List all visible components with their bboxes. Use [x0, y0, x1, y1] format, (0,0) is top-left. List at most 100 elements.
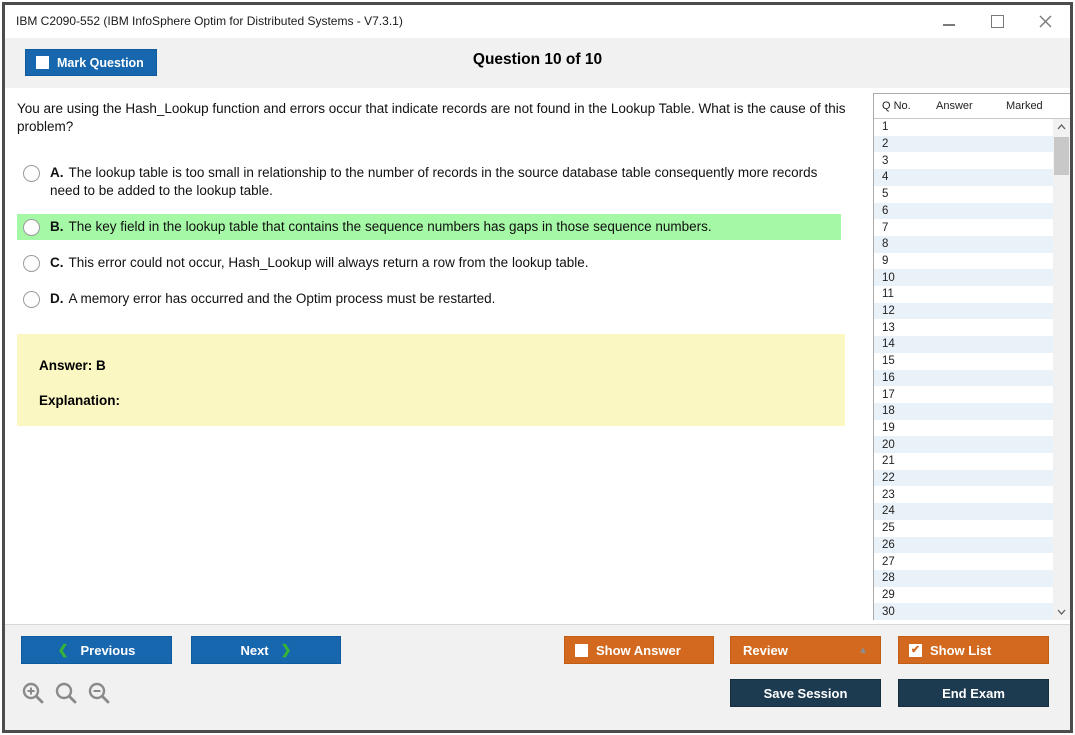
save-session-label: Save Session: [764, 686, 848, 701]
checkmark-icon: ✔: [911, 645, 920, 656]
answer-label: Answer: B: [39, 358, 845, 373]
answer-option-b[interactable]: B.The key field in the lookup table that…: [17, 214, 841, 240]
close-icon: [1039, 15, 1052, 28]
show-list-checkbox[interactable]: ✔: [909, 644, 922, 657]
question-row[interactable]: 1: [874, 119, 1053, 136]
question-row[interactable]: 28: [874, 570, 1053, 587]
question-row[interactable]: 21: [874, 453, 1053, 470]
next-button[interactable]: Next ❯: [191, 636, 341, 664]
zoom-out-icon[interactable]: [87, 681, 111, 705]
save-session-button[interactable]: Save Session: [730, 679, 881, 707]
question-number: 19: [882, 422, 895, 434]
question-number: 30: [882, 606, 895, 618]
minimize-button[interactable]: [942, 15, 956, 29]
question-list-scrollbar[interactable]: [1053, 119, 1070, 620]
question-number: 26: [882, 539, 895, 551]
option-letter: B.: [50, 219, 64, 234]
question-row[interactable]: 25: [874, 520, 1053, 537]
option-text: A memory error has occurred and the Opti…: [69, 291, 496, 306]
question-number: 29: [882, 589, 895, 601]
question-text: You are using the Hash_Lookup function a…: [17, 100, 847, 136]
question-number: 20: [882, 439, 895, 451]
question-number: 17: [882, 389, 895, 401]
answer-option-d[interactable]: D. A memory error has occurred and the Op…: [17, 286, 841, 312]
previous-button[interactable]: ❮ Previous: [21, 636, 172, 664]
question-row[interactable]: 2: [874, 136, 1053, 153]
answer-explanation-box: Answer: B Explanation:: [17, 334, 845, 426]
question-row[interactable]: 4: [874, 169, 1053, 186]
question-row[interactable]: 19: [874, 420, 1053, 437]
show-list-label: Show List: [930, 643, 991, 658]
question-row[interactable]: 13: [874, 319, 1053, 336]
option-letter: A.: [50, 165, 64, 180]
show-answer-button[interactable]: Show Answer: [564, 636, 714, 664]
maximize-button[interactable]: [990, 15, 1004, 29]
option-letter: C.: [50, 255, 64, 270]
close-button[interactable]: [1038, 15, 1052, 29]
question-row[interactable]: 26: [874, 537, 1053, 554]
zoom-controls: [21, 681, 111, 705]
question-number: 4: [882, 171, 888, 183]
scroll-down-button[interactable]: [1053, 604, 1070, 620]
chevron-down-icon: [1057, 609, 1066, 615]
chevron-up-icon: [1057, 124, 1066, 130]
question-row[interactable]: 24: [874, 503, 1053, 520]
question-row[interactable]: 30: [874, 603, 1053, 620]
show-answer-label: Show Answer: [596, 643, 681, 658]
option-letter: D.: [50, 291, 64, 306]
question-number: 24: [882, 505, 895, 517]
question-row[interactable]: 18: [874, 403, 1053, 420]
scrollbar-thumb[interactable]: [1054, 137, 1069, 175]
question-row[interactable]: 23: [874, 486, 1053, 503]
question-number: 21: [882, 455, 895, 467]
question-number: 27: [882, 556, 895, 568]
show-answer-checkbox[interactable]: [575, 644, 588, 657]
question-row[interactable]: 8: [874, 236, 1053, 253]
question-row[interactable]: 6: [874, 203, 1053, 220]
question-row[interactable]: 29: [874, 587, 1053, 604]
question-list-rows: 1234567891011121314151617181920212223242…: [874, 119, 1053, 620]
answer-option-c[interactable]: C.This error could not occur, Hash_Looku…: [17, 250, 841, 276]
question-list-panel: Q No. Answer Marked 12345678910111213141…: [873, 93, 1070, 620]
question-row[interactable]: 9: [874, 253, 1053, 270]
zoom-in-icon[interactable]: [21, 681, 45, 705]
question-row[interactable]: 7: [874, 219, 1053, 236]
radio-button[interactable]: [23, 291, 40, 308]
question-row[interactable]: 12: [874, 303, 1053, 320]
chevron-left-icon: ❮: [58, 642, 69, 658]
question-row[interactable]: 11: [874, 286, 1053, 303]
scroll-up-button[interactable]: [1053, 119, 1070, 135]
next-label: Next: [240, 643, 268, 658]
option-text: The lookup table is too small in relatio…: [50, 165, 817, 198]
question-row[interactable]: 10: [874, 269, 1053, 286]
question-number: 10: [882, 272, 895, 284]
question-number: 14: [882, 338, 895, 350]
review-label: Review: [743, 643, 788, 658]
main-content: You are using the Hash_Lookup function a…: [5, 88, 1070, 625]
question-row[interactable]: 5: [874, 186, 1053, 203]
zoom-reset-icon[interactable]: [54, 681, 78, 705]
radio-button[interactable]: [23, 165, 40, 182]
question-number: 7: [882, 222, 888, 234]
answer-options: A.The lookup table is too small in relat…: [17, 160, 865, 311]
question-row[interactable]: 14: [874, 336, 1053, 353]
radio-button[interactable]: [23, 219, 40, 236]
end-exam-button[interactable]: End Exam: [898, 679, 1049, 707]
show-list-button[interactable]: ✔ Show List: [898, 636, 1049, 664]
question-row[interactable]: 15: [874, 353, 1053, 370]
question-row[interactable]: 16: [874, 370, 1053, 387]
question-row[interactable]: 17: [874, 386, 1053, 403]
question-row[interactable]: 22: [874, 470, 1053, 487]
radio-button[interactable]: [23, 255, 40, 272]
footer-bar: ❮ Previous Next ❯ Show Answer Review ▲ ✔…: [5, 624, 1070, 730]
previous-label: Previous: [80, 643, 135, 658]
answer-option-a[interactable]: A.The lookup table is too small in relat…: [17, 160, 841, 203]
question-row[interactable]: 27: [874, 553, 1053, 570]
question-row[interactable]: 3: [874, 152, 1053, 169]
column-header-qno: Q No.: [874, 100, 936, 112]
question-number: 16: [882, 372, 895, 384]
review-button[interactable]: Review ▲: [730, 636, 881, 664]
question-row[interactable]: 20: [874, 436, 1053, 453]
question-number: 8: [882, 238, 888, 250]
question-number: 25: [882, 522, 895, 534]
